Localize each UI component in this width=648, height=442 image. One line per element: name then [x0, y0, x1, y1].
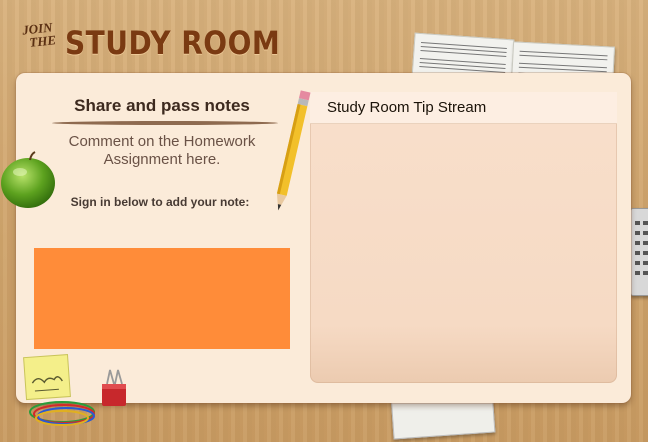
tip-stream-panel[interactable] [310, 92, 617, 383]
apple-icon [1, 151, 55, 208]
binder-clip-icon [102, 369, 126, 406]
notes-subtitle: Comment on the Homework Assignment here. [68, 133, 256, 168]
tip-stream-title: Study Room Tip Stream [327, 99, 487, 116]
pencil-icon [276, 90, 311, 211]
heading-underline [52, 121, 278, 125]
rubber-bands-icon [29, 401, 95, 426]
brand-join: JOIN THE [21, 19, 57, 50]
signin-label: Sign in below to add your note: [70, 195, 250, 209]
signin-widget[interactable] [34, 248, 290, 349]
calculator-icon [630, 208, 648, 296]
sticky-note-icon [23, 354, 71, 401]
brand-title: STUDY ROOM [65, 24, 281, 62]
notes-heading: Share and pass notes [74, 96, 250, 115]
